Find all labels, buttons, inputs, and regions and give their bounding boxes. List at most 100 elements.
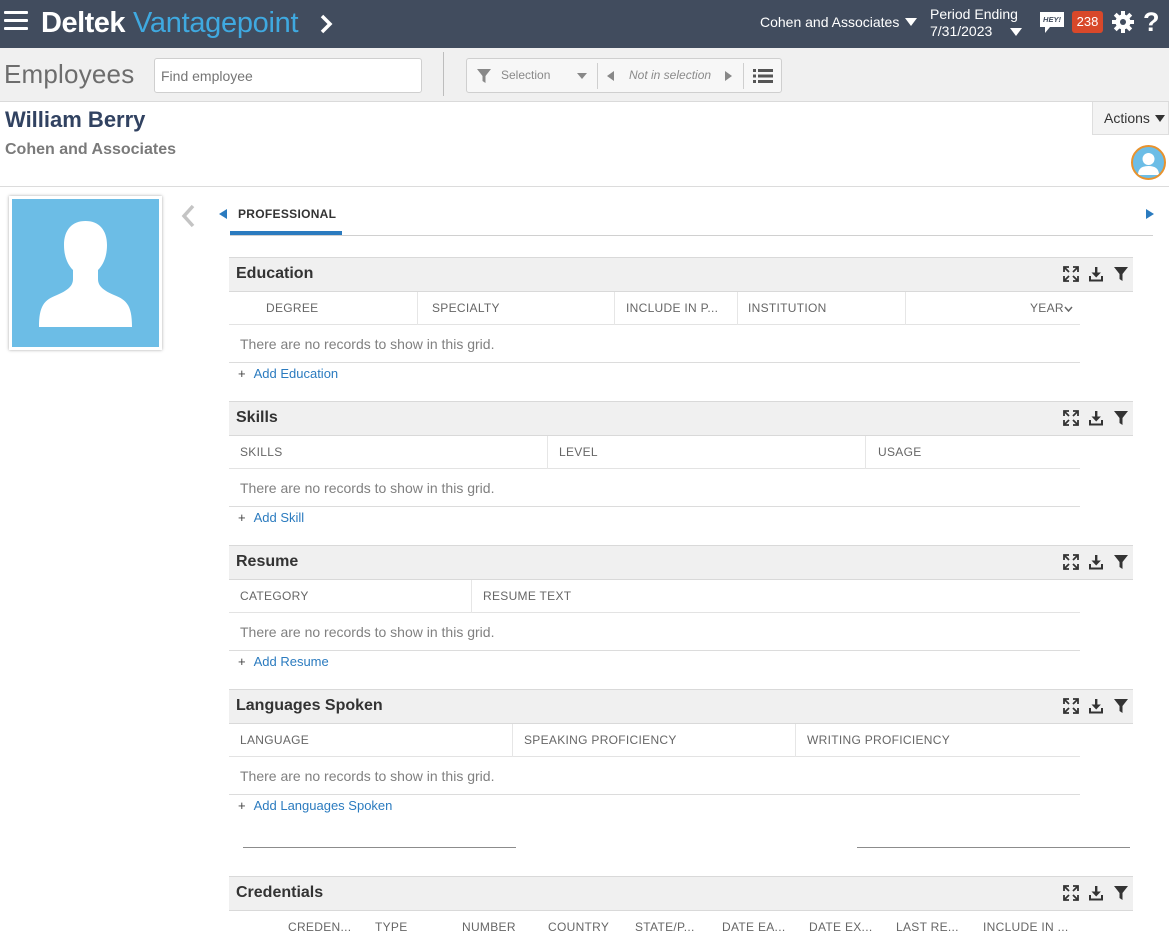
credentials-column-headers: CREDEN... TYPE NUMBER COUNTRY STATE/P...… <box>229 911 1080 940</box>
filter-icon[interactable] <box>1113 698 1129 714</box>
chevron-right-icon[interactable] <box>318 13 334 35</box>
brand-logo[interactable]: Deltek Vantagepoint <box>41 6 299 40</box>
help-icon[interactable]: ? <box>1143 5 1160 39</box>
find-employee-input[interactable] <box>154 58 422 93</box>
skills-column-headers: SKILLS LEVEL USAGE <box>229 436 1080 469</box>
expand-icon[interactable] <box>1063 410 1079 426</box>
next-record-icon[interactable] <box>725 71 732 81</box>
tab-scroll-left-icon[interactable] <box>219 209 227 219</box>
add-skill-label: Add Skill <box>253 510 305 525</box>
download-icon[interactable] <box>1088 698 1104 714</box>
filter-icon[interactable] <box>1113 885 1129 901</box>
employee-photo[interactable] <box>9 196 162 350</box>
column-header[interactable]: DATE EX... <box>809 920 872 934</box>
download-icon[interactable] <box>1088 410 1104 426</box>
caret-down-icon <box>1155 115 1165 122</box>
period-date: 7/31/2023 <box>930 23 993 39</box>
column-header[interactable]: CATEGORY <box>240 589 309 603</box>
chevron-left-icon[interactable] <box>180 203 196 229</box>
gear-icon[interactable] <box>1111 10 1135 34</box>
column-header[interactable]: COUNTRY <box>548 920 609 934</box>
company-selector[interactable]: Cohen and Associates <box>760 14 918 30</box>
languages-grid-title: Languages Spoken <box>236 697 383 714</box>
add-resume-label: Add Resume <box>253 654 329 669</box>
column-divider <box>471 580 472 613</box>
expand-icon[interactable] <box>1063 698 1079 714</box>
sort-chevron-down-icon[interactable] <box>1064 306 1073 312</box>
column-divider <box>905 292 906 325</box>
resume-empty-row: There are no records to show in this gri… <box>229 613 1080 651</box>
page-title: Employees <box>4 59 135 89</box>
record-name: William Berry <box>5 107 146 132</box>
column-divider <box>417 292 418 325</box>
list-view-icon[interactable] <box>752 67 774 85</box>
hey-chat-icon[interactable]: HEY! <box>1038 11 1066 35</box>
empty-grid-message: There are no records to show in this gri… <box>240 480 495 496</box>
download-icon[interactable] <box>1088 885 1104 901</box>
column-divider <box>865 436 866 469</box>
add-languages-label: Add Languages Spoken <box>253 798 393 813</box>
column-header[interactable]: INSTITUTION <box>748 301 827 315</box>
expand-icon[interactable] <box>1063 554 1079 570</box>
column-header[interactable]: SPEAKING PROFICIENCY <box>524 733 677 747</box>
add-skill-link[interactable]: + Add Skill <box>238 510 304 525</box>
column-divider <box>795 724 796 757</box>
empty-grid-message: There are no records to show in this gri… <box>240 768 495 784</box>
column-header[interactable]: WRITING PROFICIENCY <box>807 733 950 747</box>
column-header[interactable]: LEVEL <box>559 445 598 459</box>
resume-grid-title: Resume <box>236 553 299 570</box>
download-icon[interactable] <box>1088 554 1104 570</box>
column-header[interactable]: TYPE <box>375 920 408 934</box>
column-header[interactable]: USAGE <box>878 445 922 459</box>
brand-name-sub: Vantagepoint <box>133 7 299 39</box>
column-header[interactable]: SPECIALTY <box>432 301 500 315</box>
column-header[interactable]: LANGUAGE <box>240 733 309 747</box>
divider <box>597 63 598 89</box>
expand-icon[interactable] <box>1063 885 1079 901</box>
divider <box>743 63 744 89</box>
record-company: Cohen and Associates <box>5 141 177 158</box>
filter-icon[interactable] <box>476 68 492 84</box>
add-education-label: Add Education <box>253 366 339 381</box>
header-divider <box>0 186 1169 187</box>
column-header[interactable]: INCLUDE IN P... <box>626 301 718 315</box>
column-header[interactable]: INCLUDE IN ... <box>983 920 1069 934</box>
grid-toolbar <box>1063 266 1129 282</box>
column-header[interactable]: NUMBER <box>462 920 516 934</box>
column-divider <box>547 436 548 469</box>
user-avatar[interactable] <box>1131 145 1166 180</box>
tab-bar-divider <box>230 235 1153 236</box>
column-header[interactable]: LAST RE... <box>896 920 959 934</box>
education-empty-row: There are no records to show in this gri… <box>229 325 1080 363</box>
brand-name-main: Deltek <box>41 7 126 39</box>
tab-professional[interactable]: PROFESSIONAL <box>238 207 336 221</box>
filter-icon[interactable] <box>1113 554 1129 570</box>
column-header[interactable]: DATE EA... <box>722 920 785 934</box>
period-selector[interactable]: Period Ending 7/31/2023 <box>930 6 1022 40</box>
add-languages-spoken-link[interactable]: + Add Languages Spoken <box>238 798 392 813</box>
column-header[interactable]: STATE/P... <box>635 920 695 934</box>
selection-dropdown[interactable]: Selection <box>501 68 550 82</box>
filter-icon[interactable] <box>1113 266 1129 282</box>
column-header[interactable]: RESUME TEXT <box>483 589 571 603</box>
hamburger-menu-icon[interactable] <box>4 11 28 33</box>
column-header[interactable]: CREDEN... <box>288 920 351 934</box>
credentials-grid-title: Credentials <box>236 884 324 901</box>
add-education-link[interactable]: + Add Education <box>238 366 338 381</box>
languages-column-headers: LANGUAGE SPEAKING PROFICIENCY WRITING PR… <box>229 724 1080 757</box>
add-resume-link[interactable]: + Add Resume <box>238 654 329 669</box>
company-selector-label: Cohen and Associates <box>760 14 900 30</box>
expand-icon[interactable] <box>1063 266 1079 282</box>
actions-button[interactable]: Actions <box>1092 102 1169 135</box>
resume-grid-header: Resume <box>229 545 1133 580</box>
caret-down-icon[interactable] <box>577 73 587 79</box>
column-header[interactable]: SKILLS <box>240 445 283 459</box>
column-header[interactable]: DEGREE <box>266 301 318 315</box>
column-header[interactable]: YEAR <box>1030 301 1064 315</box>
tab-scroll-right-icon[interactable] <box>1146 209 1154 219</box>
person-icon <box>1138 153 1159 175</box>
download-icon[interactable] <box>1088 266 1104 282</box>
notification-count-badge[interactable]: 238 <box>1072 11 1103 33</box>
previous-record-icon[interactable] <box>607 71 614 81</box>
filter-icon[interactable] <box>1113 410 1129 426</box>
